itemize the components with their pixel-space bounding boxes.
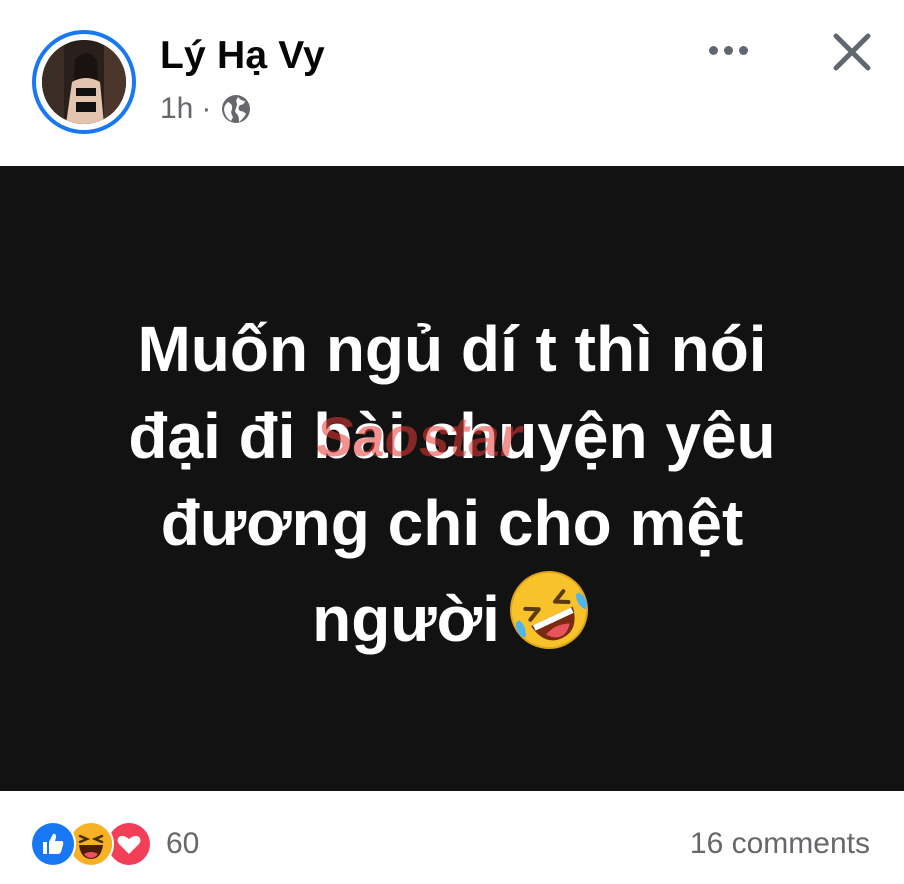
post-text: Muốn ngủ dí t thì nói đại đi bài chuyện … bbox=[50, 306, 854, 663]
more-dot-icon bbox=[708, 45, 718, 55]
meta-separator: · bbox=[201, 92, 212, 125]
facebook-post: Lý Hạ Vy 1h · Muốn ngủ dí t thì nói đại … bbox=[0, 0, 904, 884]
post-text-line: đại đi bài chuyện yêu bbox=[128, 400, 776, 472]
post-body[interactable]: Muốn ngủ dí t thì nói đại đi bài chuyện … bbox=[0, 166, 904, 791]
post-time[interactable]: 1h bbox=[160, 92, 193, 126]
author-name[interactable]: Lý Hạ Vy bbox=[160, 34, 325, 78]
comments-count-link[interactable]: 16 comments bbox=[690, 827, 870, 861]
like-icon bbox=[30, 821, 76, 867]
story-ring[interactable] bbox=[32, 30, 136, 134]
more-options-button[interactable] bbox=[700, 28, 756, 72]
close-icon bbox=[833, 33, 871, 71]
reactions-summary[interactable]: 60 bbox=[30, 821, 199, 867]
post-text-line-last: người bbox=[50, 567, 854, 663]
more-dot-icon bbox=[723, 45, 733, 55]
post-header: Lý Hạ Vy 1h · bbox=[0, 0, 904, 166]
avatar[interactable] bbox=[42, 40, 126, 124]
close-button[interactable] bbox=[826, 26, 878, 78]
post-text-line: Muốn ngủ dí t thì nói bbox=[137, 313, 767, 385]
rolling-on-floor-laughing-icon bbox=[506, 567, 592, 653]
globe-icon[interactable] bbox=[219, 92, 253, 126]
post-text-line: đương chi cho mệt bbox=[160, 487, 744, 559]
reaction-count: 60 bbox=[166, 827, 200, 860]
post-text-word: người bbox=[312, 583, 500, 655]
post-meta: 1h · bbox=[160, 92, 253, 126]
post-footer: 60 16 comments bbox=[0, 791, 904, 884]
more-dot-icon bbox=[738, 45, 748, 55]
